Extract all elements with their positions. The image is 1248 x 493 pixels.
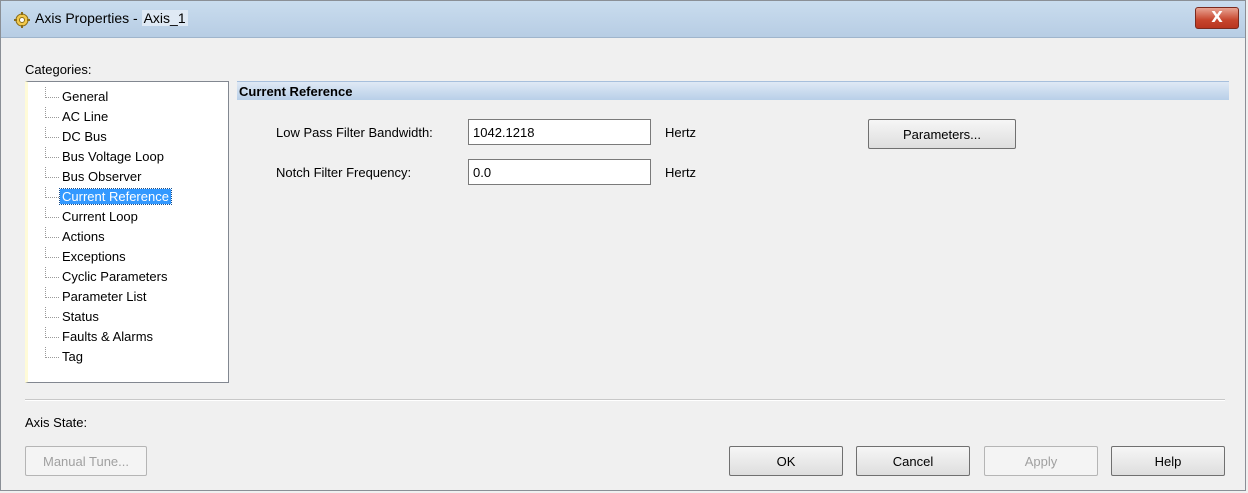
category-item[interactable]: Cyclic Parameters <box>28 267 171 287</box>
category-label: Status <box>62 309 99 324</box>
category-label: Tag <box>62 349 83 364</box>
category-item[interactable]: AC Line <box>28 107 171 127</box>
tree-connector <box>45 347 59 358</box>
category-item[interactable]: General <box>28 87 171 107</box>
category-item[interactable]: Status <box>28 307 171 327</box>
tree-connector <box>45 327 59 338</box>
category-label: Faults & Alarms <box>62 329 154 344</box>
category-item[interactable]: Bus Voltage Loop <box>28 147 171 167</box>
category-label: Cyclic Parameters <box>62 269 168 284</box>
category-item[interactable]: Exceptions <box>28 247 171 267</box>
category-label: Bus Observer <box>62 169 142 184</box>
lpf-bandwidth-unit: Hertz <box>665 125 697 140</box>
help-button[interactable]: Help <box>1111 446 1225 476</box>
category-item[interactable]: Parameter List <box>28 287 171 307</box>
tree-connector <box>45 267 59 278</box>
tree-connector <box>45 247 59 258</box>
category-item[interactable]: Current Reference <box>28 187 172 207</box>
tree-connector <box>45 207 59 218</box>
category-label: Parameter List <box>62 289 147 304</box>
title-bar[interactable]: Axis Properties - Axis_1 X <box>1 1 1245 38</box>
category-label: Current Loop <box>62 209 138 224</box>
category-item[interactable]: Actions <box>28 227 171 247</box>
notch-frequency-label: Notch Filter Frequency: <box>276 165 412 180</box>
category-label: DC Bus <box>62 129 107 144</box>
tree-connector <box>45 87 59 98</box>
lpf-bandwidth-input[interactable] <box>468 119 651 145</box>
tree-connector <box>45 107 59 118</box>
category-item[interactable]: Current Loop <box>28 207 171 227</box>
category-label: Exceptions <box>62 249 126 264</box>
category-item[interactable]: DC Bus <box>28 127 171 147</box>
axis-state-label: Axis State: <box>25 415 88 430</box>
category-label: Bus Voltage Loop <box>62 149 164 164</box>
tree-connector <box>45 167 59 178</box>
categories-label: Categories: <box>25 62 92 77</box>
category-label: Actions <box>62 229 105 244</box>
category-item[interactable]: Tag <box>28 347 171 367</box>
footer-divider <box>25 399 1225 401</box>
axis-properties-dialog: Axis Properties - Axis_1 X Categories: G… <box>0 0 1246 491</box>
notch-frequency-unit: Hertz <box>665 165 697 180</box>
tree-connector <box>45 287 59 298</box>
categories-list: General AC Line DC Bus Bus Voltage Loop Bus … <box>28 87 172 367</box>
category-item[interactable]: Faults & Alarms <box>28 327 171 347</box>
close-icon: X <box>1211 8 1223 26</box>
tree-connector <box>45 147 59 158</box>
category-label: General <box>62 89 109 104</box>
category-label: Current Reference <box>59 188 172 205</box>
categories-tree[interactable]: General AC Line DC Bus Bus Voltage Loop Bus … <box>25 81 229 383</box>
tree-connector <box>45 127 59 138</box>
lpf-bandwidth-label: Low Pass Filter Bandwidth: <box>276 125 433 140</box>
close-button[interactable]: X <box>1195 7 1239 29</box>
tree-connector <box>45 307 59 318</box>
cancel-button[interactable]: Cancel <box>856 446 970 476</box>
section-header: Current Reference <box>237 81 1229 100</box>
ok-button[interactable]: OK <box>729 446 843 476</box>
window-title-axis-name: Axis_1 <box>141 10 188 26</box>
category-item[interactable]: Bus Observer <box>28 167 171 187</box>
parameters-button[interactable]: Parameters... <box>868 119 1016 149</box>
apply-button[interactable]: Apply <box>984 446 1098 476</box>
window-title-prefix: Axis Properties - <box>35 10 142 26</box>
category-label: AC Line <box>62 109 109 124</box>
tree-connector <box>45 187 59 198</box>
notch-frequency-input[interactable] <box>468 159 651 185</box>
axis-properties-icon <box>13 11 31 29</box>
manual-tune-button[interactable]: Manual Tune... <box>25 446 147 476</box>
tree-connector <box>45 227 59 238</box>
window-title: Axis Properties - Axis_1 <box>35 10 188 26</box>
